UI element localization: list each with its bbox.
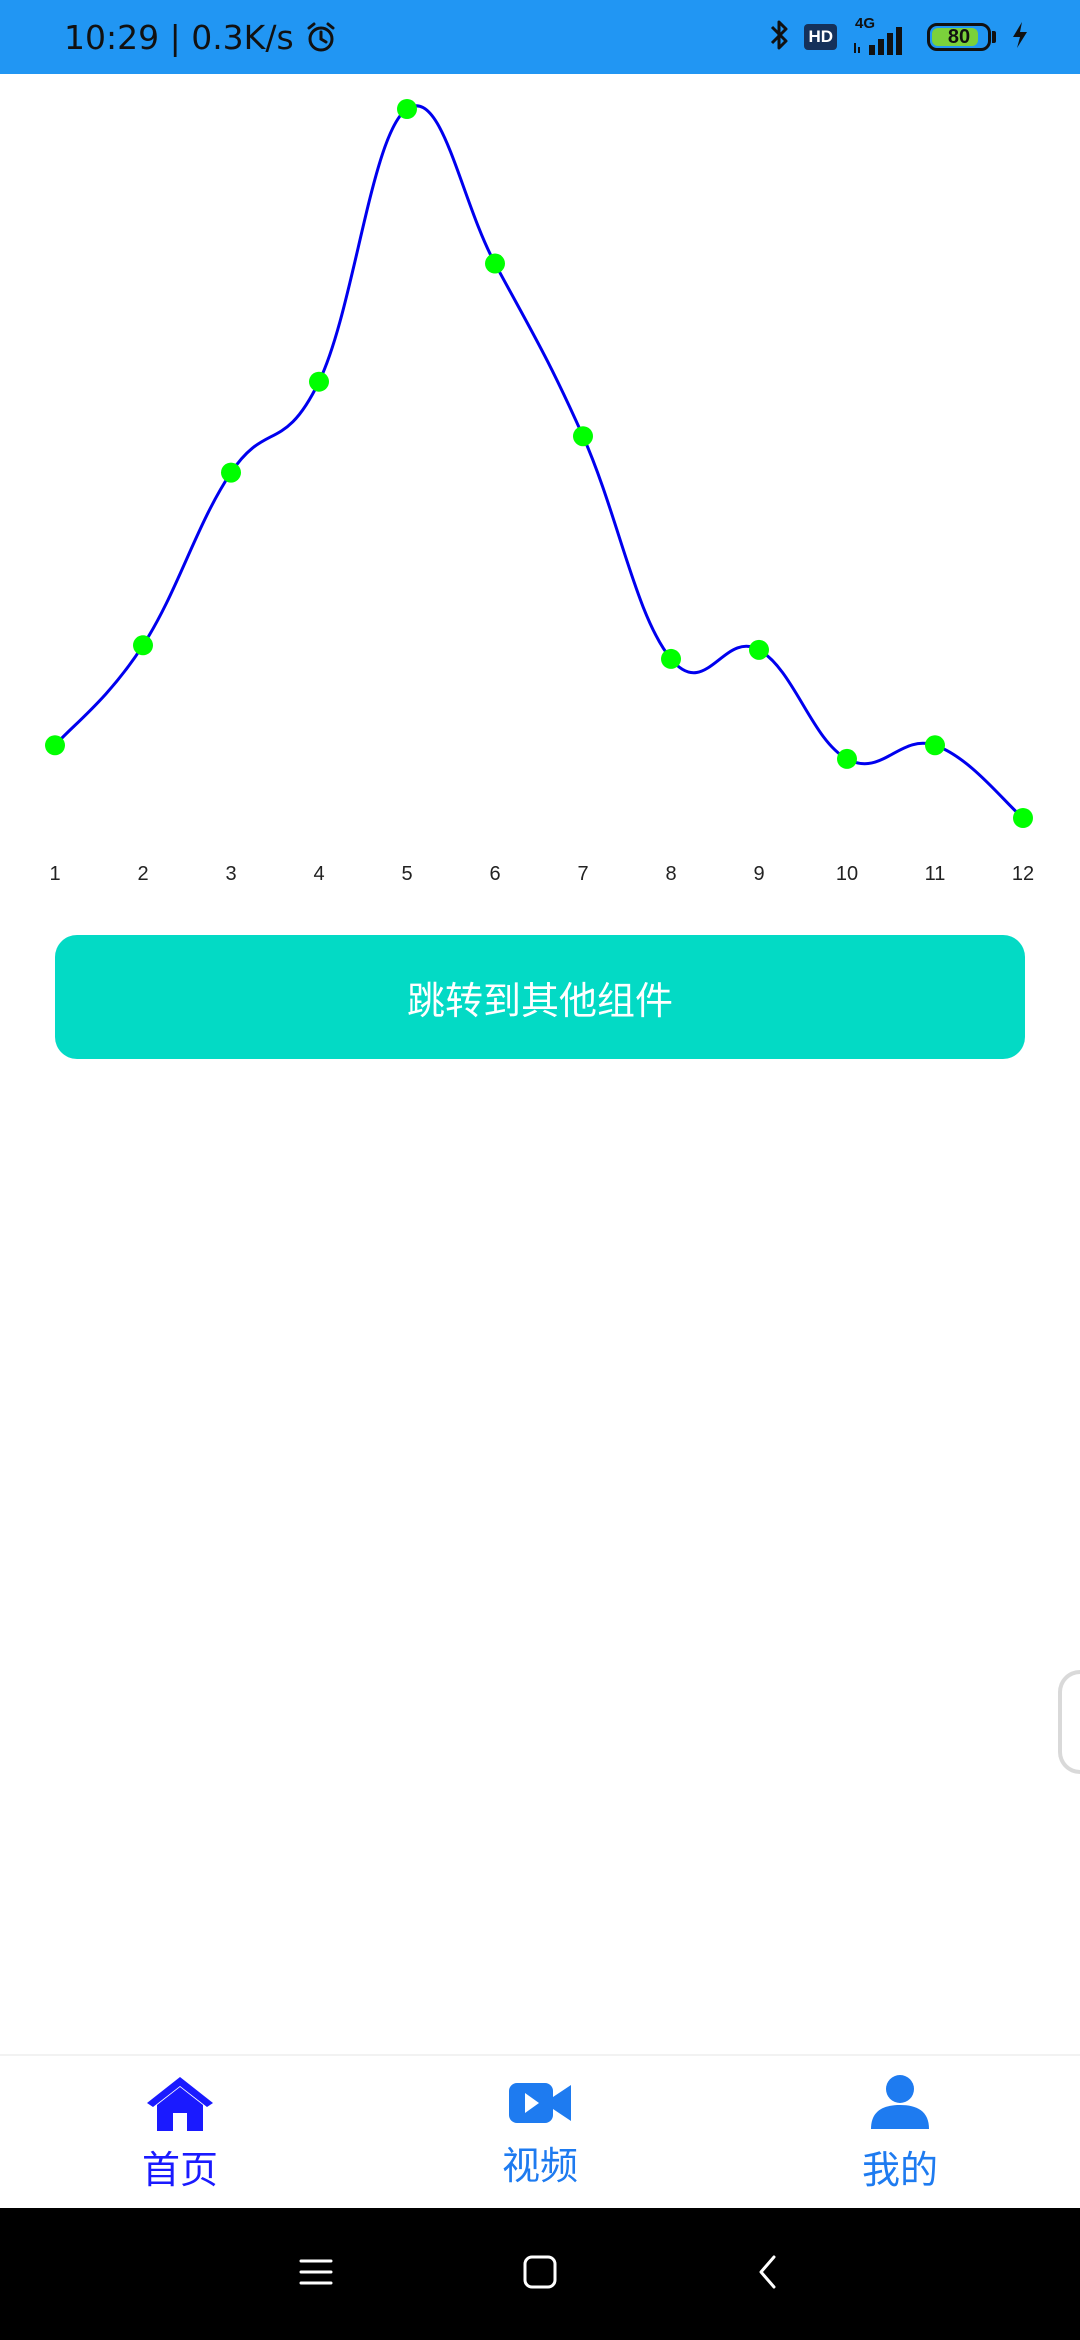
x-tick-label: 8	[665, 863, 676, 885]
back-icon	[756, 2254, 780, 2294]
app-screen: 10:29 | 0.3K/s HD 4G 80 1 2 3 4 5 6 7 8 …	[0, 0, 1080, 2340]
data-point	[221, 462, 241, 483]
x-tick-label: 3	[225, 863, 236, 885]
battery-icon: 80	[927, 23, 996, 51]
nav-label-home: 首页	[141, 2147, 218, 2192]
x-tick-label: 1	[49, 863, 60, 885]
x-tick-label: 9	[753, 863, 764, 885]
x-tick-label: 7	[577, 863, 588, 885]
bottom-nav: 首页 视频 我的	[0, 2054, 1080, 2210]
navigate-to-component-button[interactable]: 跳转到其他组件	[55, 935, 1025, 1059]
data-point	[45, 735, 65, 756]
x-tick-label: 5	[401, 863, 412, 885]
data-point	[1013, 808, 1033, 828]
x-tick-label: 11	[925, 863, 946, 885]
hd-badge: HD	[804, 24, 837, 50]
line-chart: 1 2 3 4 5 6 7 8 9 10 11 12	[0, 74, 1080, 914]
home-square-icon	[522, 2254, 558, 2294]
person-icon	[869, 2073, 931, 2137]
data-point	[661, 648, 681, 669]
status-left: 10:29 | 0.3K/s	[64, 0, 338, 74]
home-system-button[interactable]	[490, 2208, 590, 2340]
series-line	[53, 104, 1024, 820]
x-tick-label: 10	[836, 863, 858, 885]
data-point	[837, 748, 857, 769]
data-point	[133, 635, 153, 656]
video-icon	[507, 2077, 573, 2133]
bluetooth-icon	[768, 18, 790, 56]
battery-body: 80	[927, 23, 991, 51]
nav-item-profile[interactable]: 我的	[720, 2056, 1080, 2210]
data-point	[309, 371, 329, 392]
status-right: HD 4G 80	[768, 0, 1030, 74]
data-point	[397, 99, 417, 119]
data-point	[573, 426, 593, 447]
back-system-button[interactable]	[718, 2208, 818, 2340]
x-tick-label: 2	[137, 863, 148, 885]
data-point	[485, 253, 505, 274]
data-point	[749, 639, 769, 660]
nav-item-home[interactable]: 首页	[0, 2056, 360, 2210]
battery-level: 80	[947, 25, 971, 48]
data-point	[925, 735, 945, 756]
edge-swipe-handle[interactable]	[1058, 1670, 1080, 1774]
x-tick-label: 6	[489, 863, 500, 885]
system-nav-bar	[0, 2208, 1080, 2340]
status-bar: 10:29 | 0.3K/s HD 4G 80	[0, 0, 1080, 74]
chart-svg: 1 2 3 4 5 6 7 8 9 10 11 12	[45, 99, 1034, 885]
x-tick-label: 4	[313, 863, 324, 885]
nav-item-video[interactable]: 视频	[360, 2056, 720, 2210]
alarm-icon	[304, 20, 338, 54]
signal-icon: 4G	[851, 15, 913, 57]
recent-apps-button[interactable]	[266, 2208, 366, 2340]
x-tick-label: 12	[1012, 863, 1034, 885]
charging-icon	[1010, 20, 1030, 54]
menu-icon	[298, 2257, 334, 2291]
battery-tip	[992, 31, 996, 43]
home-icon	[145, 2073, 215, 2137]
nav-label-video: 视频	[501, 2143, 578, 2188]
status-time-speed: 10:29 | 0.3K/s	[64, 17, 294, 57]
nav-label-profile: 我的	[861, 2147, 938, 2192]
